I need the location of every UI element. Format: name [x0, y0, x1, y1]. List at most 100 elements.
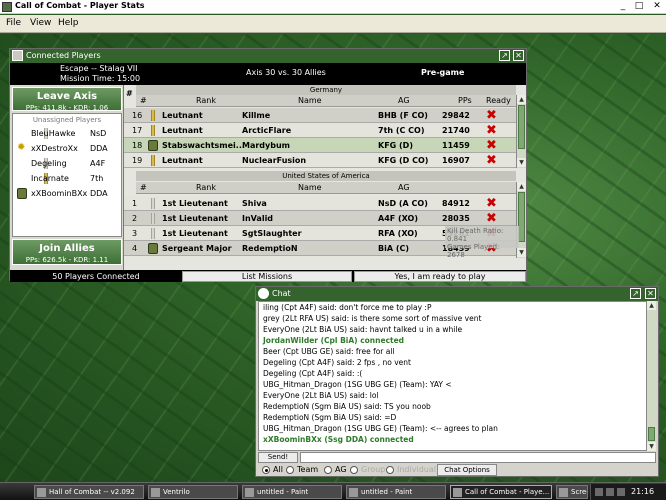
column-num[interactable]: # [140, 183, 147, 192]
task-label: Call of Combat - Playe... [465, 488, 550, 496]
radio-dot [324, 466, 332, 474]
join-allies-label: Join Allies [39, 243, 95, 254]
row-rank: Leutnant [162, 126, 203, 135]
rank-bar-icon [151, 155, 155, 166]
scroll-thumb[interactable] [648, 427, 655, 441]
column-pps[interactable]: PPs [458, 96, 472, 105]
star-rank-icon: ✹ [17, 142, 26, 153]
row-ag: NsD (A CO) [378, 199, 428, 208]
table-row[interactable]: 19 Leutnant NuclearFusion KFG (D CO) 169… [124, 153, 516, 168]
scroll-up-icon[interactable]: ▲ [517, 95, 526, 104]
table-row[interactable]: 2 1st Lieutenant InValid A4F (XO) 28035 … [124, 211, 516, 226]
chat-line: UBG_Hitman_Dragon (1SG UBG GE) (Team): <… [263, 424, 498, 433]
row-num: 3 [132, 229, 138, 238]
sort-marker: # [126, 89, 133, 98]
chat-log: iling (Cpt A4F) said: don't force me to … [258, 301, 648, 451]
maximize-button[interactable]: □ [632, 1, 646, 12]
row-rank: Leutnant [162, 111, 203, 120]
player-clan: NsD [90, 129, 107, 138]
column-ag[interactable]: AG [398, 183, 410, 192]
system-tray: 21:16 [590, 484, 666, 500]
tray-network-icon[interactable] [595, 488, 603, 496]
tray-app-icon[interactable] [617, 488, 625, 496]
ready-button[interactable]: Yes, I am ready to play [354, 271, 526, 282]
column-name[interactable]: Name [298, 96, 322, 105]
column-name[interactable]: Name [298, 183, 322, 192]
chat-close-icon[interactable]: ✕ [645, 288, 656, 299]
list-item[interactable]: ✹ xXDestroXx DDA [17, 143, 117, 155]
player-clan: DDA [90, 189, 108, 198]
list-item[interactable]: BleuHawke NsD [17, 128, 117, 140]
task-paint-2[interactable]: untitled - Paint [346, 485, 446, 499]
scroll-thumb[interactable] [518, 192, 525, 242]
chat-input[interactable] [300, 452, 656, 463]
column-rank[interactable]: Rank [196, 183, 216, 192]
row-name: Shiva [242, 199, 267, 208]
send-button[interactable]: Send! [258, 452, 298, 463]
task-hall-of-combat[interactable]: Hall of Combat -- v2.092 [34, 485, 144, 499]
scroll-thumb[interactable] [518, 105, 525, 149]
player-name: xXBoominBXx [31, 189, 88, 198]
row-num: 1 [132, 199, 138, 208]
axis-stats: PPs: 411.8k - KDR: 1.06 [25, 104, 109, 112]
panel-bottom-bar: 50 Players Connected List Missions Yes, … [10, 270, 526, 282]
list-missions-button[interactable]: List Missions [182, 271, 352, 282]
row-num: 16 [132, 111, 143, 120]
column-rank[interactable]: Rank [196, 96, 216, 105]
not-ready-icon: ✖ [486, 153, 497, 168]
scroll-down-icon[interactable]: ▼ [517, 158, 526, 167]
app-icon [559, 488, 568, 497]
mission-info-bar: Escape -- Stalag VII Mission Time: 15:00… [10, 63, 526, 85]
scroll-down-icon[interactable]: ▼ [647, 442, 656, 451]
close-button[interactable]: ✕ [650, 1, 664, 12]
table-row[interactable]: 17 Leutnant ArcticFlare 7th (C CO) 21740… [124, 123, 516, 138]
player-stats-tooltip: Kill Death Ratio: 0.841 Games Played: 26… [445, 226, 519, 259]
popout-icon[interactable]: ↗ [630, 288, 641, 299]
scroll-down-icon[interactable]: ▼ [517, 248, 526, 257]
row-ag: BiA (C) [378, 244, 409, 253]
column-ready[interactable]: Ready [486, 96, 511, 105]
row-rank: 1st Lieutenant [162, 214, 228, 223]
game-phase: Pre-game [421, 68, 465, 77]
tray-volume-icon[interactable] [606, 488, 614, 496]
list-item[interactable]: Incarnate 7th [17, 173, 117, 185]
chat-line: Degeling (Cpt A4F) said: :( [263, 369, 363, 378]
app-icon [349, 488, 358, 497]
list-item[interactable]: xXBoominBXx DDA [17, 188, 117, 200]
list-item[interactable]: Degeling A4F [17, 158, 117, 170]
popout-icon[interactable]: ↗ [499, 50, 510, 61]
menu-view[interactable]: View [30, 18, 51, 28]
table-row[interactable]: 1 1st Lieutenant Shiva NsD (A CO) 84912 … [124, 196, 516, 211]
chat-line: Degeling (Cpt A4F) said: 2 fps , no vent [263, 358, 411, 367]
minimize-button[interactable]: _ [616, 1, 630, 12]
scroll-up-icon[interactable]: ▲ [647, 301, 656, 310]
player-clan: A4F [90, 159, 106, 168]
chat-options-button[interactable]: Chat Options [437, 464, 497, 476]
window-titlebar: Call of Combat - Player Stats _ □ ✕ [0, 0, 666, 14]
chat-scrollbar[interactable]: ▲ ▼ [646, 301, 656, 451]
column-num[interactable]: # [140, 96, 147, 105]
row-name: InValid [242, 214, 274, 223]
table-row[interactable]: 18 Stabswachtsmei... Mardybum KFG (D) 11… [124, 138, 516, 153]
team-sidebar: Leave Axis PPs: 411.8k - KDR: 1.06 Unass… [10, 85, 124, 270]
menu-help[interactable]: Help [58, 18, 79, 28]
germany-scrollbar[interactable]: ▲ ▼ [516, 95, 526, 168]
menu-file[interactable]: File [6, 18, 21, 28]
mission-name: Escape -- Stalag VII [60, 64, 138, 73]
task-ventrilo[interactable]: Ventrilo [148, 485, 238, 499]
leave-axis-button[interactable]: Leave Axis PPs: 411.8k - KDR: 1.06 [12, 87, 122, 112]
table-row[interactable]: 16 Leutnant Killme BHB (F CO) 29842 ✖ [124, 108, 516, 123]
column-ag[interactable]: AG [398, 96, 410, 105]
team-usa-label: United States of America [136, 171, 516, 181]
task-screenshot[interactable]: ScreenSho... [556, 485, 588, 499]
task-label: untitled - Paint [361, 488, 413, 496]
task-label: Hall of Combat -- v2.092 [49, 488, 135, 496]
panel-close-icon[interactable]: ✕ [513, 50, 524, 61]
scroll-up-icon[interactable]: ▲ [517, 182, 526, 191]
join-allies-button[interactable]: Join Allies PPs: 626.5k - KDR: 1.11 [12, 239, 122, 265]
chat-header: Chat ↗ ✕ [256, 287, 658, 301]
task-paint-1[interactable]: untitled - Paint [242, 485, 342, 499]
row-num: 18 [132, 141, 143, 150]
task-call-of-combat[interactable]: Call of Combat - Playe... [450, 485, 552, 499]
chat-line: EveryOne (2Lt BiA US) said: havnt talked… [263, 325, 463, 334]
